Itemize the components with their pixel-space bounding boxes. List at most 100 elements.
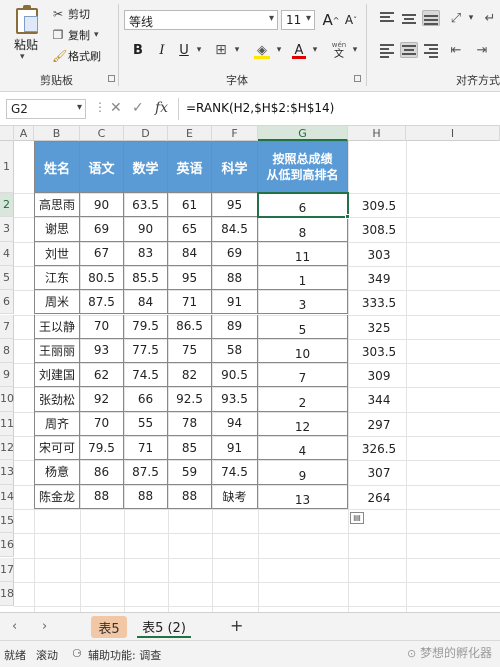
table-cell[interactable]: 69 — [212, 241, 258, 266]
total-score-cell[interactable]: 307 — [350, 466, 408, 480]
table-cell[interactable]: 84.5 — [212, 217, 258, 242]
table-cell[interactable]: 71 — [124, 436, 168, 461]
table-cell[interactable]: 宋可可 — [34, 436, 80, 461]
table-cell[interactable]: 78 — [168, 411, 212, 436]
confirm-icon[interactable]: ✓ — [132, 100, 144, 116]
clipboard-launcher-icon[interactable] — [108, 75, 115, 82]
rank-cell[interactable]: 9 — [258, 460, 348, 485]
row-header-12[interactable]: 12 — [0, 436, 14, 461]
align-left-button[interactable] — [378, 42, 396, 58]
grow-font-button[interactable]: A ^ — [322, 10, 340, 30]
row-header-16[interactable]: 16 — [0, 533, 14, 558]
more-options-icon[interactable]: ⋮ — [94, 100, 106, 114]
cancel-icon[interactable]: ✕ — [110, 100, 122, 116]
table-cell[interactable]: 88 — [124, 484, 168, 509]
table-header-cell[interactable]: 科学 — [212, 141, 258, 193]
rank-header-cell[interactable]: 按照总成绩 从低到高排名 — [258, 141, 348, 193]
table-cell[interactable]: 58 — [212, 338, 258, 364]
total-score-cell[interactable]: 325 — [350, 321, 408, 335]
column-header-f[interactable]: F — [212, 126, 258, 141]
total-score-cell[interactable]: 309.5 — [350, 199, 408, 213]
increase-indent-button[interactable]: ⇥ — [472, 40, 492, 60]
table-header-cell[interactable]: 姓名 — [34, 141, 80, 193]
rank-cell[interactable]: 11 — [258, 241, 348, 266]
table-cell[interactable]: 88 — [80, 484, 124, 509]
worksheet-grid[interactable]: ABCDEFGHI 1 2 3 4 5 6 7 8 9 10 11 12 13 14 15 16 17 18 姓名… — [0, 126, 500, 612]
table-cell[interactable]: 王以静 — [34, 314, 80, 339]
paste-label[interactable]: 粘贴 — [14, 36, 38, 53]
table-cell[interactable]: 61 — [168, 193, 212, 218]
table-cell[interactable]: 95 — [212, 193, 258, 218]
table-cell[interactable]: 刘建国 — [34, 363, 80, 388]
table-cell[interactable]: 79.5 — [124, 314, 168, 339]
rank-cell[interactable]: 1 — [258, 265, 348, 291]
table-cell[interactable]: 90.5 — [212, 363, 258, 388]
orientation-dropdown-icon[interactable]: ▾ — [466, 8, 476, 28]
rank-cell[interactable]: 8 — [258, 217, 348, 242]
fill-handle[interactable] — [345, 214, 350, 220]
total-score-cell[interactable]: 326.5 — [350, 442, 408, 456]
paste-options-icon[interactable]: ▤ — [350, 511, 364, 524]
cut-button[interactable]: ✂ 剪切 — [52, 6, 90, 22]
formula-input[interactable]: =RANK(H2,$H$2:$H$14) — [186, 101, 334, 115]
table-cell[interactable]: 55 — [124, 411, 168, 436]
row-header-15[interactable]: 15 — [0, 508, 14, 534]
table-cell[interactable]: 88 — [212, 265, 258, 291]
table-cell[interactable]: 85.5 — [124, 265, 168, 291]
table-cell[interactable]: 75 — [168, 338, 212, 364]
table-cell[interactable]: 江东 — [34, 265, 80, 291]
table-cell[interactable]: 86 — [80, 460, 124, 485]
sheet-tab-active[interactable]: 表5 (2) — [137, 616, 191, 638]
table-cell[interactable]: 69 — [80, 217, 124, 242]
select-all-corner[interactable] — [0, 126, 14, 141]
row-header-1[interactable]: 1 — [0, 141, 14, 193]
table-cell[interactable]: 71 — [168, 290, 212, 315]
table-cell[interactable]: 82 — [168, 363, 212, 388]
table-cell[interactable]: 杨意 — [34, 460, 80, 485]
font-name-select[interactable]: 等线 ▾ — [124, 10, 278, 30]
phonetic-button[interactable]: wén 文 — [328, 40, 350, 60]
table-cell[interactable]: 陈金龙 — [34, 484, 80, 509]
table-cell[interactable]: 王丽丽 — [34, 338, 80, 364]
table-cell[interactable]: 91 — [212, 290, 258, 315]
total-score-cell[interactable]: 349 — [350, 272, 408, 286]
prev-sheet-button[interactable]: ‹ — [12, 619, 17, 634]
row-header-2[interactable]: 2 — [0, 193, 14, 218]
total-score-cell[interactable]: 344 — [350, 393, 408, 407]
row-header-13[interactable]: 13 — [0, 460, 14, 485]
rank-cell[interactable]: 2 — [258, 387, 348, 412]
align-bottom-button[interactable] — [422, 10, 440, 26]
column-header-g[interactable]: G — [258, 126, 348, 141]
underline-dropdown-icon[interactable]: ▾ — [194, 40, 204, 60]
column-header-i[interactable]: I — [406, 126, 500, 141]
table-cell[interactable]: 谢思 — [34, 217, 80, 242]
rank-cell[interactable]: 5 — [258, 314, 348, 339]
table-cell[interactable]: 张劲松 — [34, 387, 80, 412]
table-header-cell[interactable]: 语文 — [80, 141, 124, 193]
fill-dropdown-icon[interactable]: ▾ — [274, 40, 284, 60]
total-score-cell[interactable]: 264 — [350, 491, 408, 505]
table-cell[interactable]: 92.5 — [168, 387, 212, 412]
row-header-18[interactable]: 18 — [0, 581, 14, 607]
align-right-button[interactable] — [422, 42, 440, 58]
table-cell[interactable]: 74.5 — [124, 363, 168, 388]
row-header-4[interactable]: 4 — [0, 241, 14, 266]
table-cell[interactable]: 87.5 — [124, 460, 168, 485]
row-header-17[interactable]: 17 — [0, 557, 14, 582]
align-center-button[interactable] — [400, 42, 418, 58]
row-header-6[interactable]: 6 — [0, 290, 14, 315]
rank-cell[interactable]: 4 — [258, 436, 348, 461]
table-cell[interactable]: 84 — [168, 241, 212, 266]
bold-button[interactable]: B — [130, 40, 146, 60]
table-cell[interactable]: 94 — [212, 411, 258, 436]
total-score-cell[interactable]: 333.5 — [350, 296, 408, 310]
rank-cell[interactable]: 12 — [258, 411, 348, 436]
row-header-10[interactable]: 10 — [0, 387, 14, 412]
sheet-tab[interactable]: 表5 — [91, 616, 127, 638]
fill-color-button[interactable]: ◈ — [252, 40, 272, 60]
table-cell[interactable]: 66 — [124, 387, 168, 412]
total-score-cell[interactable]: 308.5 — [350, 223, 408, 237]
name-box[interactable]: G2 ▾ — [6, 99, 86, 119]
table-cell[interactable]: 95 — [168, 265, 212, 291]
border-dropdown-icon[interactable]: ▾ — [232, 40, 242, 60]
